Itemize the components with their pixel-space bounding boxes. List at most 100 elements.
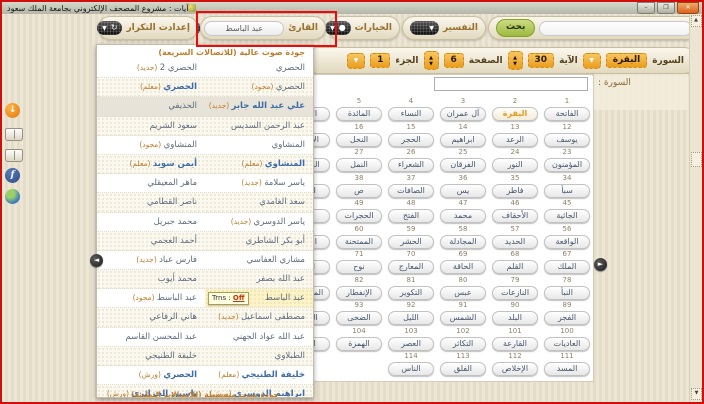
surah-button[interactable]: النساء [388,107,434,121]
surah-button[interactable]: الفرقان [440,158,486,172]
prev-page-arrow[interactable]: ◄ [90,254,103,267]
surah-button[interactable]: الملك [544,260,590,274]
surah-button[interactable]: التكوير [388,285,434,300]
surah-button[interactable]: المسد [544,362,590,376]
reciter-item[interactable]: علي عبد الله جابر (جديد) [205,97,313,115]
reciter-item[interactable]: المنشاوي (مجود) [97,136,205,154]
tafsir-dropdown[interactable]: ▼ [410,21,439,35]
reciter-item[interactable]: محمد جبريل [97,213,205,231]
surah-button[interactable]: الفلق [440,362,486,376]
scroll-down-arrow[interactable]: ▼ [691,388,702,400]
surah-button[interactable]: المائدة [336,107,382,121]
surah-button[interactable]: المجادلة [440,234,486,249]
surah-button[interactable]: الحجر [388,132,434,147]
surah-button[interactable]: الممتحنة [336,234,382,249]
reciter-item[interactable]: فارس عباد (جديد) [97,251,205,269]
surah-button[interactable]: الحديد [492,234,538,249]
book-icon[interactable] [5,126,23,141]
surah-button[interactable]: الشمس [440,311,486,325]
surah-button[interactable]: العصر [388,336,434,351]
repeat-dropdown[interactable]: ↻ ▼ [97,21,122,35]
reciter-item[interactable]: الحصري (مجود) [205,78,313,96]
surah-button[interactable]: الإخلاص [492,362,538,376]
reciter-item[interactable]: خليفة الطنيجي (معلم) [205,366,313,384]
reciter-item[interactable]: عبد الله بصفر [205,270,313,288]
surah-button[interactable]: الضحى [336,311,382,325]
juz-dropdown[interactable]: ▼ [347,52,366,69]
surah-button[interactable]: يوسف [544,132,590,147]
download-icon[interactable]: ↓ [5,103,20,118]
reciter-item[interactable]: المنشاوي [205,136,313,154]
surah-button[interactable]: الجاثية [544,209,590,223]
reciter-item[interactable]: الحصري (ورش) [97,366,205,384]
surah-button[interactable]: الهمزة [336,336,382,351]
surah-dropdown[interactable]: ▼ [582,52,601,69]
reciter-item[interactable]: الطبلاوي [205,347,313,365]
surah-button[interactable]: الحجرات [336,209,382,223]
surah-button[interactable]: التكاثر [440,336,486,351]
surah-button[interactable]: سبأ [544,183,590,198]
reciter-item[interactable]: الحصري [205,59,313,77]
reciter-item[interactable]: عبد الباسط Trns : Off [205,289,313,308]
surah-search-input[interactable] [434,77,588,91]
surah-button[interactable]: الليل [388,311,434,325]
reciter-item[interactable]: ياسر الدوسري (جديد) [205,213,313,231]
surah-button[interactable]: النبأ [544,285,590,300]
reciter-item[interactable]: عبد الباسط (مجود) [97,289,205,307]
surah-button[interactable]: المعارج [388,260,434,274]
surah-button[interactable]: الفجر [544,311,590,325]
page-nav-value[interactable]: 6 [443,53,464,68]
surah-button[interactable]: فاطر [492,183,538,198]
surah-button[interactable]: القلم [492,260,538,274]
reciter-item[interactable]: سعود الشريم [97,117,205,135]
reciter-item[interactable]: أيمن سويد (معلم) [97,155,205,173]
reciter-item[interactable]: ناصر القطامي [97,193,205,211]
surah-button[interactable]: النازعات [492,285,538,300]
surah-button[interactable]: الواقعة [544,234,590,249]
reciter-item[interactable]: هاني الرفاعي [97,308,205,326]
reciter-item[interactable]: مشاري العفاسي [205,251,313,269]
reciter-item[interactable]: عبد الرحمن السديس [205,117,313,135]
surah-button[interactable]: البقرة [492,107,538,121]
close-button[interactable]: ✕ [677,2,699,14]
surah-button[interactable]: الصافات [388,183,434,198]
vertical-scrollbar[interactable]: ▲ ▼ [689,14,702,402]
surah-button[interactable]: الأحقاف [492,209,538,223]
surah-button[interactable]: النحل [336,132,382,147]
surah-button[interactable]: الفاتحة [544,107,590,121]
surah-button[interactable]: عبس [440,285,486,300]
globe-icon[interactable] [5,189,20,204]
surah-button[interactable]: ص [336,183,382,198]
surah-button[interactable]: القارعة [492,336,538,351]
scroll-up-arrow[interactable]: ▲ [690,15,702,27]
reciter-item[interactable]: أبو بكر الشاطري [205,232,313,250]
ayah-nav-value[interactable]: 30 [527,53,555,68]
reciter-item[interactable]: محمد أيوب [97,270,205,288]
surah-button[interactable]: العاديات [544,336,590,351]
surah-button[interactable]: الناس [388,362,434,376]
surah-button[interactable]: الفتح [388,209,434,223]
reciter-item[interactable]: عبد المحسن القاسم [97,328,205,346]
next-page-arrow[interactable]: ► [594,258,607,271]
reciter-item[interactable]: أحمد العجمي [97,232,205,250]
reciter-item[interactable]: الحصري (معلم) [97,78,205,96]
reciter-item[interactable]: عبد الله عواد الجهني [205,328,313,346]
surah-button[interactable]: ابراهيم [440,132,486,147]
surah-button[interactable]: الحاقة [440,260,486,274]
options-dropdown[interactable]: ● ▼ [325,21,351,35]
minimize-button[interactable]: – [637,2,655,14]
page-stepper[interactable]: ▲ ▼ [423,51,439,70]
surah-button[interactable]: النور [492,158,538,172]
surah-button[interactable]: الحشر [388,234,434,249]
reciter-item[interactable]: ماهر المعيقلي [97,174,205,192]
reciter-item[interactable]: ياسر سلامة (جديد) [205,174,313,192]
surah-button[interactable]: نوح [336,260,382,274]
maximize-button[interactable]: ❐ [657,2,675,14]
ayah-stepper[interactable]: ▲ ▼ [507,51,523,70]
reciter-item[interactable]: الحصري 2 (جديد) [97,59,205,77]
reciter-item[interactable]: سعد الغامدي [205,193,313,211]
surah-button[interactable]: الرعد [492,132,538,147]
surah-button[interactable]: النمل [336,158,382,172]
book-icon[interactable] [5,147,23,162]
facebook-icon[interactable]: f [5,168,20,183]
